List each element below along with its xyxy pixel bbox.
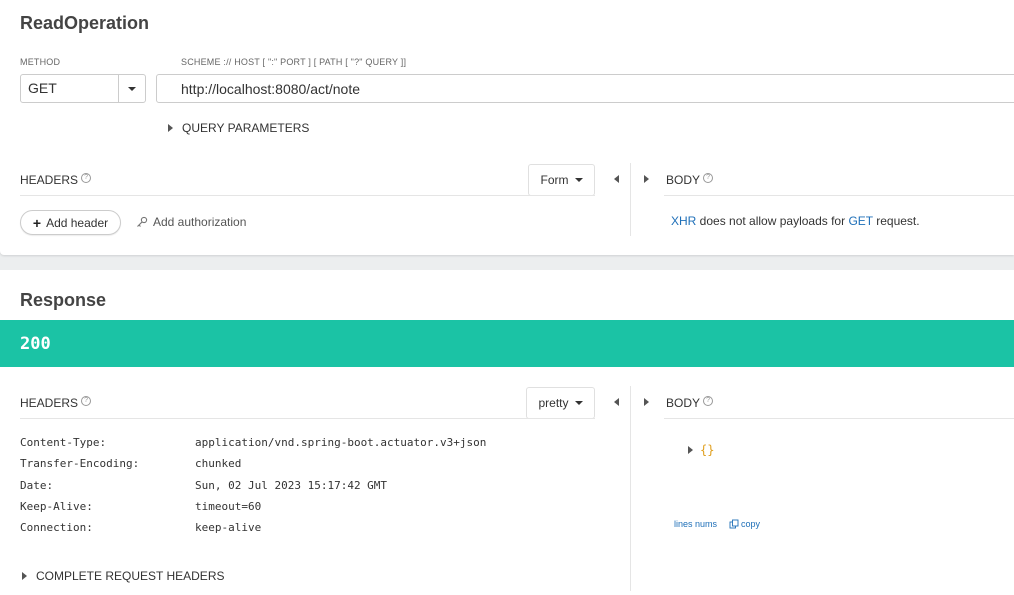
- expand-right-button[interactable]: [640, 396, 652, 408]
- url-label: SCHEME :// HOST [ ":" PORT ] [ PATH [ "?…: [181, 57, 407, 67]
- response-headers-label: HEADERS: [20, 396, 79, 410]
- query-parameters-label: QUERY PARAMETERS: [182, 121, 310, 135]
- triangle-right-icon: [643, 398, 649, 406]
- header-value: chunked: [195, 457, 242, 471]
- divider: [630, 163, 631, 236]
- response-body-label: BODY: [666, 396, 701, 410]
- header-value: Sun, 02 Jul 2023 15:17:42 GMT: [195, 478, 388, 492]
- help-icon[interactable]: ?: [703, 173, 714, 183]
- triangle-left-icon: [613, 398, 619, 406]
- complete-request-headers-toggle[interactable]: COMPLETE REQUEST HEADERS: [22, 569, 224, 583]
- request-headers-heading: HEADERS?: [20, 173, 92, 187]
- json-tree-toggle[interactable]: {}: [688, 443, 714, 457]
- copy-label: copy: [741, 519, 761, 529]
- header-row: Keep-Alive: timeout=60: [20, 500, 486, 521]
- help-icon[interactable]: ?: [81, 396, 92, 406]
- add-header-label: Add header: [46, 215, 109, 230]
- method-value: GET: [28, 80, 57, 96]
- header-name: Content-Type:: [20, 436, 107, 449]
- triangle-right-icon: [168, 124, 173, 132]
- triangle-left-icon: [613, 175, 619, 183]
- lines-nums-link[interactable]: lines nums: [674, 519, 717, 529]
- body-tools: lines nums copy: [674, 519, 760, 529]
- header-name: Transfer-Encoding:: [20, 457, 140, 471]
- caret-down-icon: [574, 401, 583, 405]
- divider: [664, 195, 1014, 196]
- status-code: 200: [20, 334, 51, 354]
- header-row: Connection: keep-alive: [20, 521, 486, 542]
- request-body-heading: BODY?: [666, 173, 714, 187]
- add-authorization-label: Add authorization: [153, 215, 247, 229]
- request-panel: ReadOperation METHOD SCHEME :// HOST [ "…: [0, 0, 1014, 255]
- xhr-link[interactable]: XHR: [671, 214, 696, 228]
- method-select[interactable]: GET: [20, 74, 146, 103]
- divider: [20, 418, 595, 419]
- json-body: {}: [700, 443, 715, 457]
- collapse-left-button[interactable]: [610, 173, 622, 185]
- url-input[interactable]: [156, 74, 1014, 103]
- request-headers-label: HEADERS: [20, 173, 79, 187]
- divider: [630, 386, 631, 591]
- response-body-heading: BODY?: [666, 396, 714, 410]
- request-title: ReadOperation: [20, 13, 150, 33]
- headers-format-dropdown[interactable]: Form: [528, 164, 595, 196]
- header-row: Transfer-Encoding: chunked: [20, 457, 486, 478]
- caret-down-icon: [574, 178, 583, 182]
- help-icon[interactable]: ?: [81, 173, 92, 183]
- request-body-label: BODY: [666, 173, 701, 187]
- collapse-left-button[interactable]: [610, 396, 622, 408]
- query-parameters-toggle[interactable]: QUERY PARAMETERS: [168, 121, 309, 135]
- response-panel: Response 200 HEADERS? pretty BODY? Conte…: [0, 270, 1014, 595]
- response-title: Response: [20, 290, 107, 310]
- add-header-button[interactable]: + Add header: [20, 210, 121, 235]
- header-value: application/vnd.spring-boot.actuator.v3+…: [195, 436, 487, 449]
- header-name: Connection:: [20, 521, 93, 535]
- expand-right-button[interactable]: [640, 173, 652, 185]
- complete-request-headers-label: COMPLETE REQUEST HEADERS: [36, 569, 225, 583]
- help-icon[interactable]: ?: [703, 396, 714, 406]
- copy-icon: [729, 519, 739, 529]
- method-label: METHOD: [20, 57, 61, 67]
- response-format-value: pretty: [538, 396, 569, 410]
- triangle-right-icon: [688, 446, 693, 454]
- divider: [20, 195, 595, 196]
- method-dropdown-toggle[interactable]: [118, 75, 145, 102]
- body-payload-message: XHR does not allow payloads for GET requ…: [671, 214, 920, 228]
- caret-down-icon: [128, 86, 136, 91]
- header-value: timeout=60: [195, 499, 262, 513]
- triangle-right-icon: [22, 572, 27, 580]
- response-format-dropdown[interactable]: pretty: [526, 387, 595, 419]
- header-name: Date:: [20, 478, 54, 492]
- status-bar: 200: [0, 320, 1014, 367]
- add-authorization-link[interactable]: Add authorization: [136, 215, 246, 229]
- plus-icon: +: [32, 214, 42, 231]
- key-icon: [137, 216, 148, 227]
- headers-format-value: Form: [540, 173, 569, 187]
- triangle-right-icon: [643, 175, 649, 183]
- header-row: Content-Type: application/vnd.spring-boo…: [20, 436, 486, 457]
- response-headers-heading: HEADERS?: [20, 396, 92, 410]
- copy-link[interactable]: copy: [729, 519, 760, 529]
- header-row: Date: Sun, 02 Jul 2023 15:17:42 GMT: [20, 479, 486, 500]
- get-link[interactable]: GET: [848, 214, 872, 228]
- divider: [664, 418, 1014, 419]
- header-value: keep-alive: [195, 521, 262, 535]
- header-name: Keep-Alive:: [20, 499, 93, 513]
- response-headers-table: Content-Type: application/vnd.spring-boo…: [20, 436, 486, 542]
